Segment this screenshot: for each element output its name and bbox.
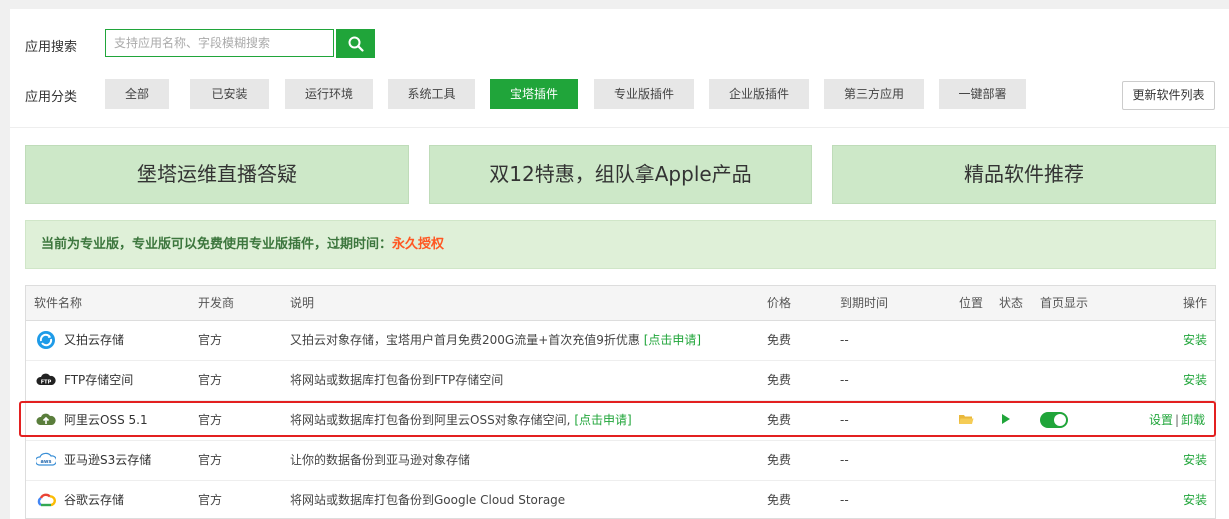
table-row: 谷歌云存储 官方 将网站或数据库打包备份到Google Cloud Storag… [26,480,1215,518]
tab-runtime[interactable]: 运行环境 [285,79,373,109]
expire-cell: -- [840,453,849,467]
aws-s3-icon: aws [36,452,56,466]
license-expiry: 永久授权 [392,237,445,252]
header-price: 价格 [767,296,792,310]
plugin-name-cell: 阿里云OSS 5.1 [36,400,148,440]
search-input[interactable] [106,30,342,56]
aliyun-oss-icon [36,413,56,425]
tab-all[interactable]: 全部 [105,79,169,109]
search-box [105,29,342,57]
plugin-name-cell: aws 亚马逊S3云存储 [36,440,151,480]
open-folder-icon[interactable] [958,412,974,426]
plugin-name-cell: 又拍云存储 [36,320,124,360]
description-cell: 让你的数据备份到亚马逊对象存储 [290,453,471,467]
expire-cell: -- [840,493,849,507]
header-location: 位置 [959,296,984,310]
expire-cell: -- [840,373,849,387]
google-cloud-icon [37,493,56,507]
tab-enterprise-plugins[interactable]: 企业版插件 [709,79,809,109]
description-cell: 将网站或数据库打包备份到Google Cloud Storage [290,493,566,507]
description-cell: 将网站或数据库打包备份到FTP存储空间 [290,373,504,387]
expire-cell: -- [840,333,849,347]
plugin-name: 亚马逊S3云存储 [64,453,152,467]
home-display-toggle[interactable] [1040,412,1068,428]
header-status: 状态 [999,296,1024,310]
notice-text: 当前为专业版，专业版可以免费使用专业版插件，过期时间： [41,237,393,252]
search-label: 应用搜索 [25,40,78,55]
table-header: 软件名称 开发商 说明 价格 到期时间 位置 状态 首页显示 操作 [26,286,1215,321]
table-row: 又拍云存储 官方 又拍云对象存储，宝塔用户首月免费200G流量+首次充值9折优惠… [26,320,1215,361]
install-link[interactable]: 安装 [1183,320,1207,360]
developer-cell: 官方 [198,333,223,347]
tab-installed[interactable]: 已安装 [190,79,269,109]
plugin-name: 谷歌云存储 [64,493,125,507]
banner-live-qa[interactable]: 堡塔运维直播答疑 [25,145,409,204]
table-row: FTP FTP存储空间 官方 将网站或数据库打包备份到FTP存储空间 免费 --… [26,360,1215,401]
plugin-table: 软件名称 开发商 说明 价格 到期时间 位置 状态 首页显示 操作 又拍云存储 … [25,285,1216,519]
tab-pro-plugins[interactable]: 专业版插件 [594,79,694,109]
banner-recommended[interactable]: 精品软件推荐 [832,145,1216,204]
table-row-aliyun-oss: 阿里云OSS 5.1 官方 将网站或数据库打包备份到阿里云OSS对象存储空间, … [26,400,1215,441]
apply-link[interactable]: [点击申请] [574,413,631,427]
install-link[interactable]: 安装 [1183,360,1207,400]
svg-text:FTP: FTP [41,380,52,386]
tab-system-tools[interactable]: 系统工具 [388,79,475,109]
description-text: 将网站或数据库打包备份到阿里云OSS对象存储空间, [290,413,571,427]
price-cell: 免费 [767,453,792,467]
description-cell: 又拍云对象存储，宝塔用户首月免费200G流量+首次充值9折优惠 [点击申请] [290,320,701,360]
license-notice: 当前为专业版，专业版可以免费使用专业版插件，过期时间：永久授权 [25,220,1216,269]
developer-cell: 官方 [198,373,223,387]
header-expire: 到期时间 [840,296,889,310]
ftp-icon: FTP [36,373,56,386]
price-cell: 免费 [767,333,792,347]
price-cell: 免费 [767,493,792,507]
developer-cell: 官方 [198,453,223,467]
description-text: 又拍云对象存储，宝塔用户首月免费200G流量+首次充值9折优惠 [290,333,640,347]
header-developer: 开发商 [198,296,235,310]
upyun-icon [37,331,55,349]
plugin-name-cell: 谷歌云存储 [36,480,125,518]
description-cell: 将网站或数据库打包备份到阿里云OSS对象存储空间, [点击申请] [290,400,632,440]
play-icon[interactable] [1001,413,1011,425]
tab-third-party[interactable]: 第三方应用 [824,79,924,109]
search-icon [348,36,364,52]
uninstall-link[interactable]: 卸载 [1181,413,1205,427]
plugin-name: 又拍云存储 [64,333,125,347]
divider [10,127,1229,128]
ops-separator: | [1175,413,1180,427]
category-label: 应用分类 [25,90,78,105]
header-description: 说明 [290,296,315,310]
tab-one-click-deploy[interactable]: 一键部署 [939,79,1026,109]
banner-promotion[interactable]: 双12特惠，组队拿Apple产品 [429,145,812,204]
price-cell: 免费 [767,413,792,427]
settings-link[interactable]: 设置 [1149,413,1173,427]
plugin-name: 阿里云OSS 5.1 [64,413,148,427]
developer-cell: 官方 [198,413,223,427]
apply-link[interactable]: [点击申请] [644,333,701,347]
header-home-display: 首页显示 [1040,296,1089,310]
header-operations: 操作 [1183,296,1208,310]
developer-cell: 官方 [198,493,223,507]
search-button[interactable] [336,29,375,58]
price-cell: 免费 [767,373,792,387]
plugin-name-cell: FTP FTP存储空间 [36,360,133,400]
tab-bt-plugins[interactable]: 宝塔插件 [490,79,578,109]
update-software-list-button[interactable]: 更新软件列表 [1122,81,1215,110]
svg-text:aws: aws [41,459,52,465]
expire-cell: -- [840,413,849,427]
operations-cell: 设置 | 卸载 [1149,400,1205,440]
header-name: 软件名称 [34,296,83,310]
plugin-name: FTP存储空间 [64,373,134,387]
app-store-panel: 应用搜索 应用分类 全部 已安装 运行环境 系统工具 宝塔插件 专业版插件 企业… [10,9,1229,519]
table-row: aws 亚马逊S3云存储 官方 让你的数据备份到亚马逊对象存储 免费 -- 安装 [26,440,1215,481]
install-link[interactable]: 安装 [1183,480,1207,518]
install-link[interactable]: 安装 [1183,440,1207,480]
